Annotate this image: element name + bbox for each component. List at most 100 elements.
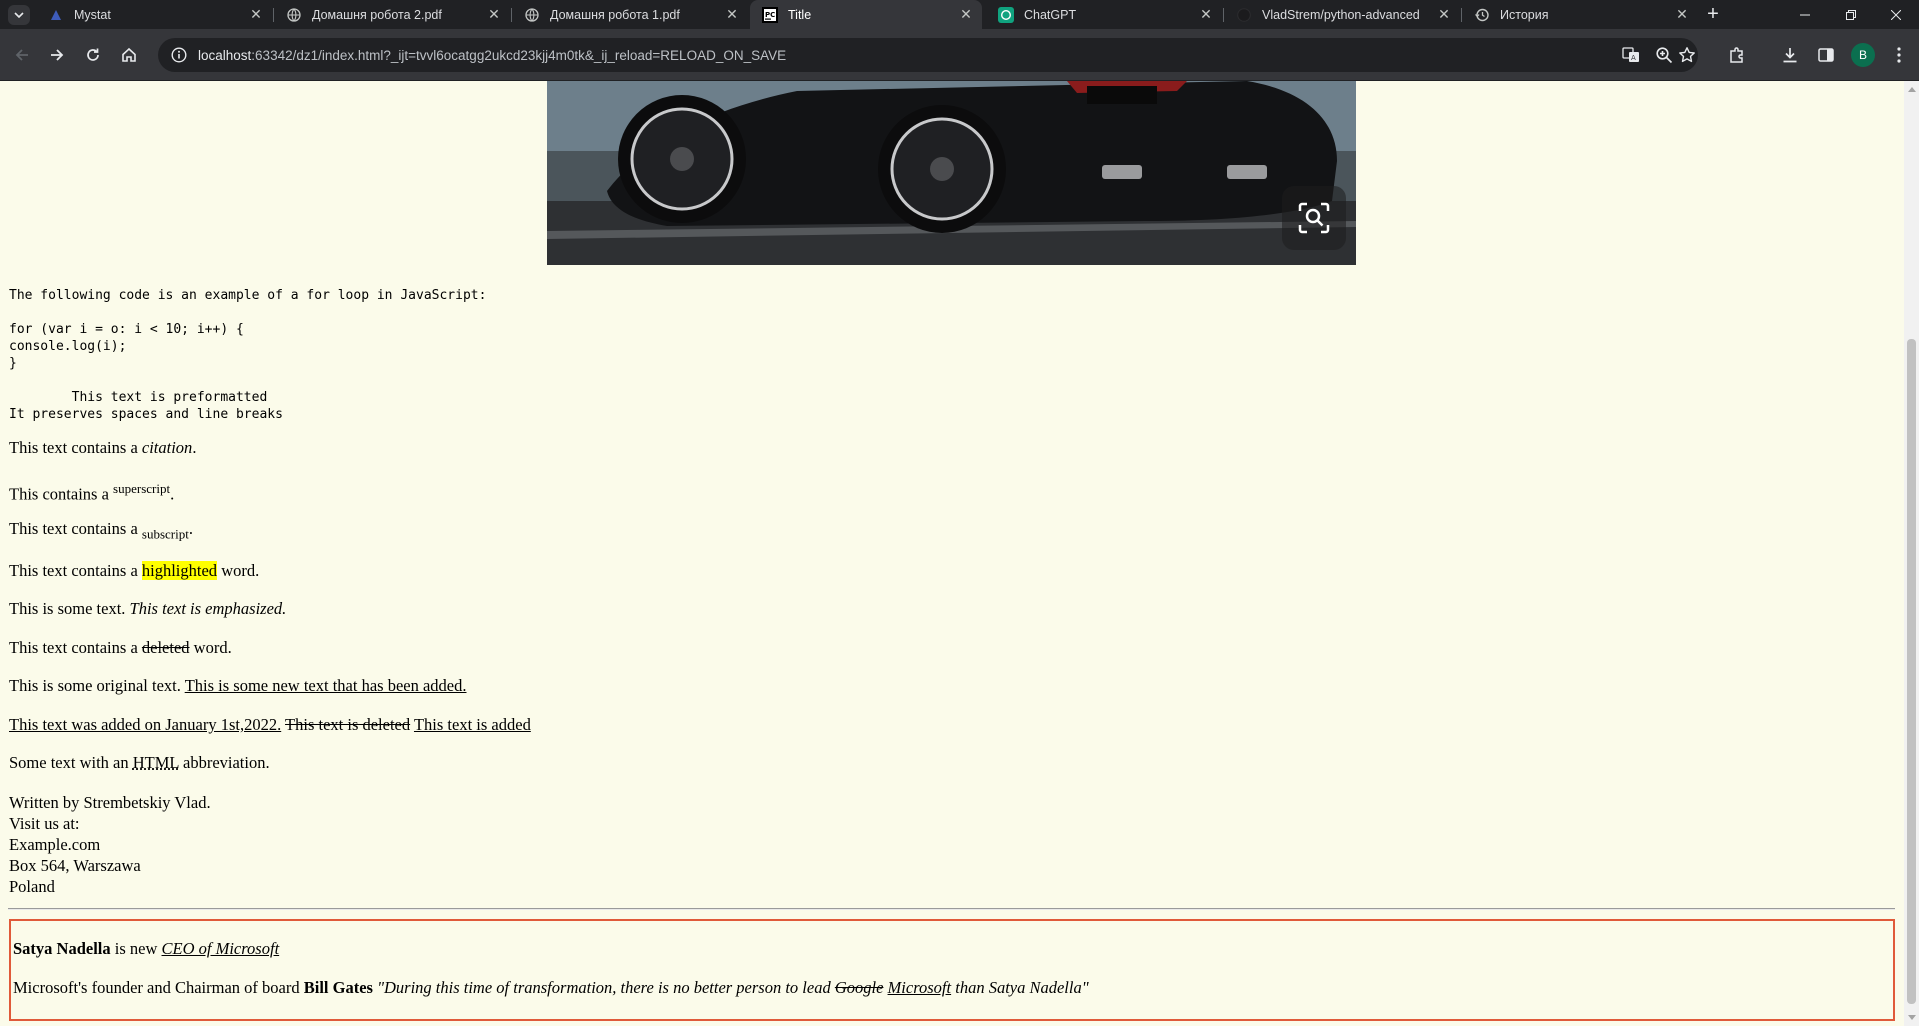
- side-panel-button[interactable]: [1813, 42, 1839, 68]
- tab-title: История: [1500, 7, 1549, 22]
- puzzle-icon: [1730, 47, 1743, 63]
- superscript-paragraph: This contains a superscript.: [9, 481, 174, 505]
- translate-icon[interactable]: A: [1622, 46, 1640, 64]
- text: .: [192, 438, 197, 457]
- history-icon: [1474, 7, 1490, 23]
- close-icon[interactable]: ✕: [958, 6, 974, 23]
- address-line: Poland: [9, 877, 55, 896]
- text: .: [170, 484, 175, 504]
- extensions-button[interactable]: [1724, 42, 1750, 68]
- home-button[interactable]: [116, 42, 142, 68]
- tab-title: Title: [788, 7, 812, 22]
- text: This text contains a: [9, 438, 142, 457]
- scroll-down-arrow[interactable]: [1908, 1015, 1916, 1020]
- back-button[interactable]: [9, 42, 35, 68]
- tab-title: Домашня робота 2.pdf: [312, 7, 442, 22]
- tab-chatgpt[interactable]: ChatGPT ✕: [986, 0, 1222, 29]
- citation: citation: [141, 438, 193, 457]
- car-illustration: [547, 81, 1356, 265]
- github-icon: [1236, 7, 1252, 23]
- address-line: Example.com: [9, 835, 101, 854]
- svg-text:PC: PC: [765, 11, 775, 19]
- close-icon[interactable]: ✕: [724, 6, 740, 23]
- mystat-icon: [48, 7, 64, 23]
- tab-github[interactable]: VladStrem/python-advanced ✕: [1224, 0, 1460, 29]
- tab-mystat[interactable]: Mystat ✕: [36, 0, 272, 29]
- close-icon[interactable]: ✕: [1674, 6, 1690, 23]
- address-line: Box 564, Warszawa: [9, 856, 141, 875]
- cite-paragraph: This text contains a citation.: [9, 438, 196, 458]
- deleted-text: This text is deleted: [285, 715, 411, 734]
- text: is new: [110, 939, 162, 958]
- inserted-text: This text is added: [413, 715, 531, 734]
- home-icon: [122, 47, 136, 62]
- horizontal-rule: [8, 908, 1895, 910]
- tab-history[interactable]: История ✕: [1462, 0, 1698, 29]
- restore-button[interactable]: [1828, 0, 1874, 29]
- subscript-paragraph: This text contains a subscript.: [9, 519, 193, 542]
- tab-search-button[interactable]: [8, 5, 30, 25]
- new-tab-button[interactable]: +: [1702, 4, 1724, 26]
- tab-homework-1[interactable]: Домашня робота 1.pdf ✕: [512, 0, 748, 29]
- text: This text contains a: [9, 519, 142, 538]
- minimize-icon: [1800, 14, 1810, 15]
- code-line: }: [9, 356, 17, 371]
- html-abbreviation[interactable]: HTML: [133, 753, 179, 772]
- text: word.: [189, 638, 232, 657]
- more-vertical-icon: [1897, 47, 1901, 63]
- close-icon[interactable]: ✕: [1198, 6, 1214, 23]
- inserted-paragraph: This is some original text. This is some…: [9, 676, 467, 696]
- address-line: Visit us at:: [9, 814, 80, 833]
- text: .: [188, 519, 193, 538]
- tab-title: VladStrem/python-advanced: [1262, 7, 1420, 22]
- pre-line: This text is preformatted: [9, 390, 268, 405]
- quote-section: Satya Nadella is new CEO of Microsoft Mi…: [9, 919, 1895, 1021]
- page-viewport: The following code is an example of a fo…: [0, 81, 1904, 1026]
- minimize-button[interactable]: [1782, 0, 1828, 29]
- url-text: localhost:63342/dz1/index.html?_ijt=tvvl…: [198, 48, 786, 63]
- side-panel-icon: [1818, 48, 1834, 62]
- text: This contains a: [9, 484, 114, 504]
- quote-text: "During this time of transformation, the…: [372, 978, 835, 997]
- abbr-paragraph: Some text with an HTML abbreviation.: [9, 753, 270, 773]
- close-window-button[interactable]: [1873, 0, 1919, 29]
- downloads-button[interactable]: [1777, 42, 1803, 68]
- close-icon[interactable]: ✕: [1436, 6, 1452, 23]
- tab-title-active[interactable]: PC Title ✕: [750, 0, 982, 29]
- inserted-word: Microsoft: [887, 978, 952, 997]
- reload-button[interactable]: [80, 42, 106, 68]
- quote-text: than Satya Nadella": [951, 978, 1089, 997]
- highlighted-word: highlighted: [141, 561, 218, 580]
- pre-line: It preserves spaces and line breaks: [9, 407, 283, 422]
- close-icon[interactable]: ✕: [486, 6, 502, 23]
- pycharm-icon: PC: [762, 6, 778, 23]
- scroll-thumb[interactable]: [1907, 339, 1916, 1004]
- quote-line-2: Microsoft's founder and Chairman of boar…: [13, 978, 1089, 998]
- site-info-icon[interactable]: [170, 46, 188, 64]
- text: This text contains a: [9, 561, 142, 580]
- arrow-right-icon: [51, 49, 64, 61]
- forward-button[interactable]: [44, 42, 70, 68]
- page-scrollbar[interactable]: [1904, 81, 1919, 1026]
- text: abbreviation.: [178, 753, 270, 772]
- zoom-icon[interactable]: [1655, 46, 1673, 64]
- tab-homework-2[interactable]: Домашня робота 2.pdf ✕: [274, 0, 510, 29]
- profile-avatar[interactable]: B: [1851, 43, 1875, 67]
- bookmark-star-icon[interactable]: [1678, 46, 1696, 64]
- preformatted-block: This text is preformatted It preserves sp…: [9, 389, 283, 423]
- tab-strip: Mystat ✕ Домашня робота 2.pdf ✕ Домашня …: [0, 0, 1919, 29]
- address-bar[interactable]: localhost:63342/dz1/index.html?_ijt=tvvl…: [158, 38, 1698, 72]
- inserted-text: This text was added on January 1st,2022.: [9, 715, 282, 734]
- svg-text:A: A: [1631, 54, 1636, 62]
- tab-title: Домашня робота 1.pdf: [550, 7, 680, 22]
- close-icon[interactable]: ✕: [248, 6, 264, 23]
- chevron-down-icon: [14, 12, 24, 18]
- scroll-up-arrow[interactable]: [1908, 87, 1916, 92]
- browser-menu-button[interactable]: [1886, 42, 1912, 68]
- car-image: [547, 81, 1356, 265]
- person-name: Satya Nadella: [13, 939, 111, 958]
- text: word.: [217, 561, 260, 580]
- visual-search-button[interactable]: [1282, 186, 1346, 250]
- url-path: :63342/dz1/index.html?_ijt=tvvl6ocatgg2u…: [251, 47, 787, 63]
- highlight-paragraph: This text contains a highlighted word.: [9, 561, 259, 581]
